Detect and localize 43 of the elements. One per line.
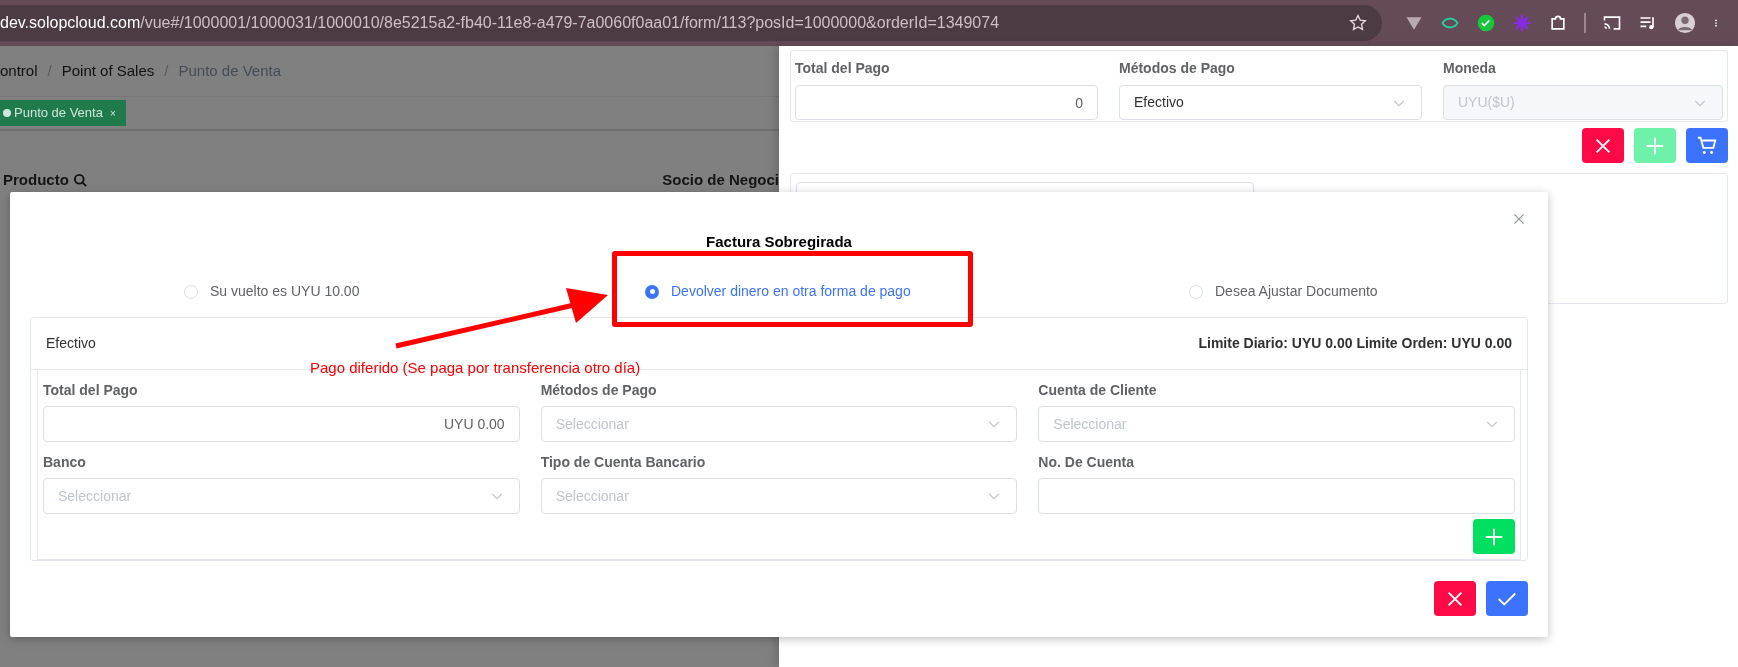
dialog-title: Factura Sobregirada: [706, 232, 852, 252]
cart-icon: [1696, 134, 1718, 157]
radio-option[interactable]: Desea Ajustar Documento: [1189, 281, 1528, 302]
column-label: Producto: [3, 170, 69, 190]
star-icon[interactable]: [1348, 13, 1368, 33]
address-bar[interactable]: dev.solopcloud.com/vue#/1000001/1000031/1000010/8e5215a2-fb40-11e8-a479-7a0060f0aa01/form/113?posId=1000000&orderId=1349074: [0, 5, 1382, 41]
confirm-button[interactable]: [1486, 581, 1528, 616]
cart-button[interactable]: [1686, 128, 1728, 163]
search-icon[interactable]: [72, 172, 88, 188]
select-field[interactable]: Efectivo: [1119, 85, 1422, 120]
field-label: Total del Pago: [795, 58, 891, 78]
breadcrumb-item: Punto de Venta: [178, 60, 282, 81]
card-title: Efectivo: [46, 334, 96, 353]
field-label: Moneda: [1443, 58, 1497, 78]
field-label: Total del Pago: [43, 381, 138, 399]
cast-icon[interactable]: [1602, 13, 1622, 33]
breadcrumb-item[interactable]: ontrol: [0, 59, 38, 83]
input-field[interactable]: [1038, 478, 1515, 514]
breadcrumb-separator: /: [47, 60, 52, 81]
field-label: Banco: [43, 453, 86, 471]
column-label: Socio de Negoci: [662, 170, 779, 190]
close-icon: [1512, 212, 1526, 226]
annotation-text: Pago diferido (Se paga por transferencia otro día): [310, 358, 641, 378]
field-label: No. De Cuenta: [1038, 453, 1134, 471]
input-field[interactable]: 0: [795, 85, 1098, 120]
field-label: Tipo de Cuenta Bancario: [540, 453, 706, 471]
check-circle-icon[interactable]: [1476, 13, 1496, 33]
field-label: Métodos de Pago: [1119, 58, 1236, 78]
breadcrumb-item[interactable]: Point of Sales: [61, 59, 155, 83]
radio-option[interactable]: Devolver dinero en otra forma de pago: [645, 281, 1189, 302]
cancel-button[interactable]: [1582, 128, 1624, 163]
field-label: Métodos de Pago: [540, 381, 657, 399]
radio-button[interactable]: [184, 284, 198, 299]
limits-text: Limite Diario: UYU 0.00 Limite Orden: UYU 0.00: [1198, 334, 1512, 353]
radio-button[interactable]: [645, 284, 659, 299]
field-label: Cuenta de Cliente: [1038, 381, 1157, 399]
cancel-button[interactable]: [1434, 581, 1476, 616]
avatar-icon[interactable]: [1674, 12, 1696, 34]
breadcrumb-separator: /: [164, 60, 169, 81]
page-tab[interactable]: Punto de Venta ×: [0, 100, 126, 126]
radio-button[interactable]: [1189, 284, 1203, 299]
input-field[interactable]: UYU 0.00: [43, 406, 520, 442]
radio-option[interactable]: Su vuelto es UYU 10.00: [184, 281, 645, 302]
